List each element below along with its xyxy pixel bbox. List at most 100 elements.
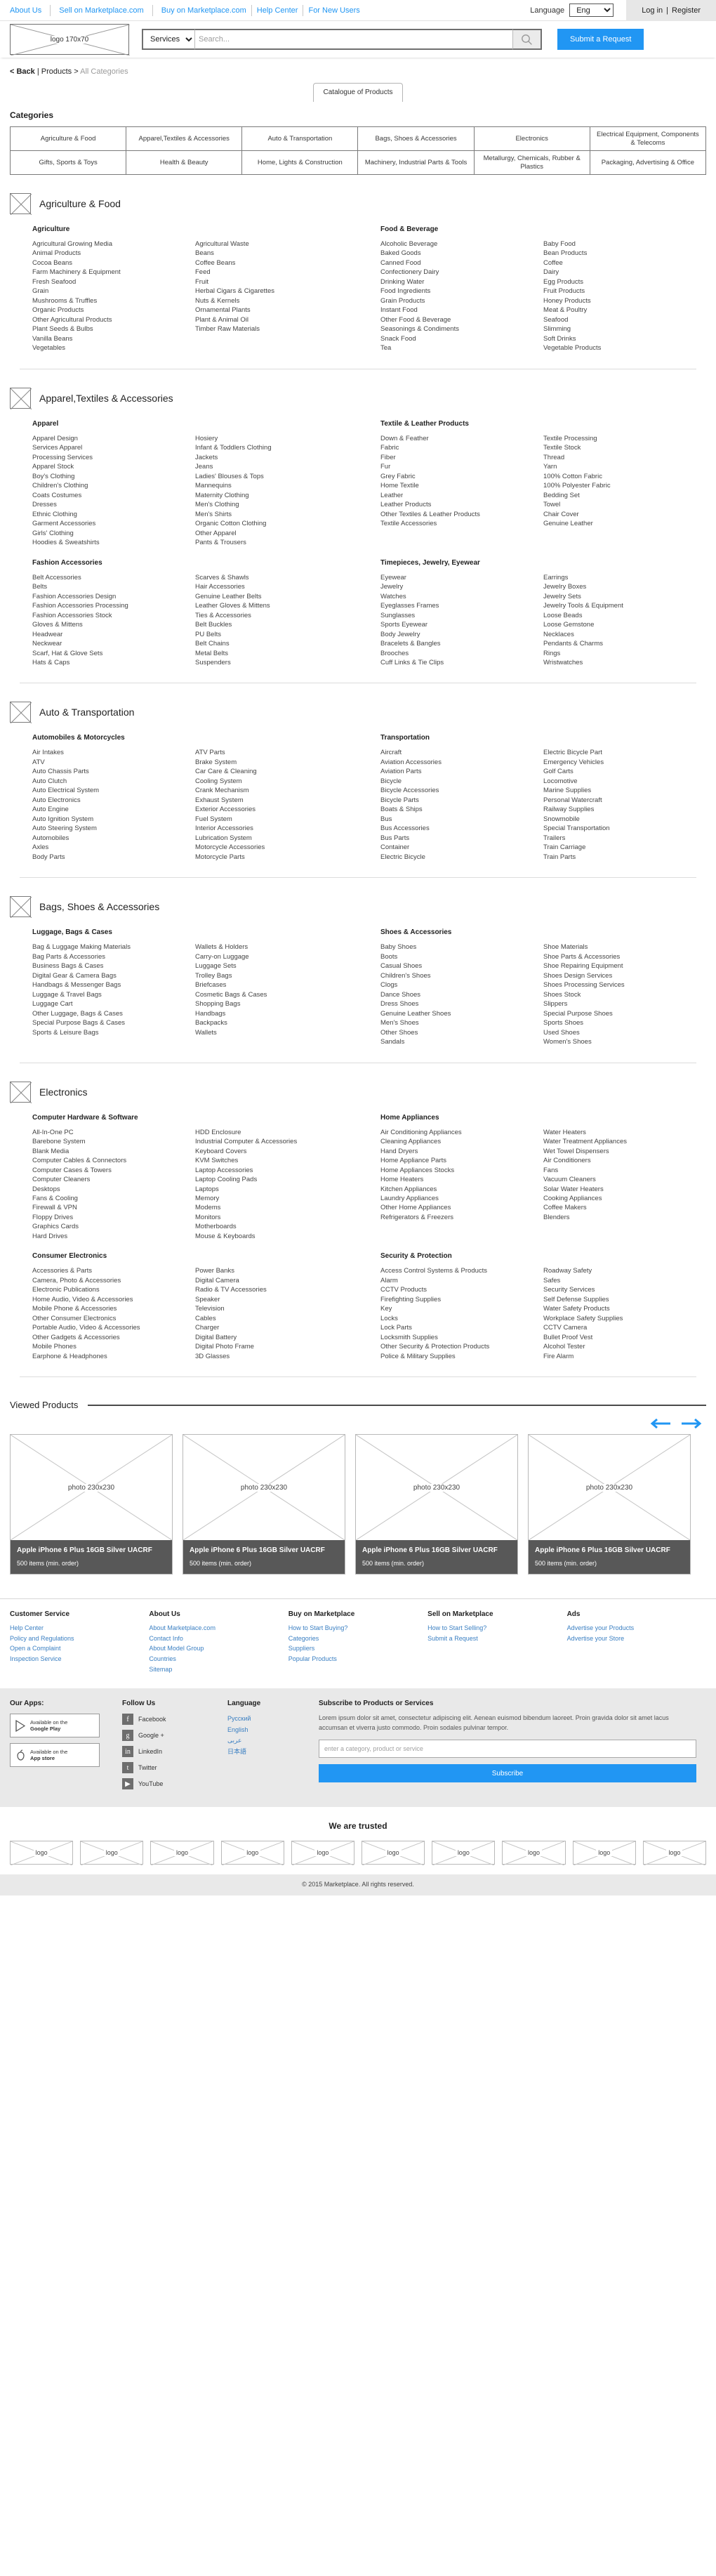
- category-cell-machinery-industrial-parts-tools[interactable]: Machinery, Industrial Parts & Tools: [357, 150, 475, 175]
- list-item[interactable]: Apparel Stock: [32, 462, 195, 471]
- list-item[interactable]: Grain: [32, 287, 195, 296]
- list-item[interactable]: Instant Food: [380, 305, 543, 315]
- list-item[interactable]: Emergency Vehicles: [543, 758, 706, 767]
- list-item[interactable]: Laptops: [195, 1185, 358, 1194]
- search-button[interactable]: [512, 29, 542, 50]
- list-item[interactable]: Scarf, Hat & Glove Sets: [32, 649, 195, 658]
- social-link-youtube[interactable]: ▶ YouTube: [122, 1778, 218, 1790]
- list-item[interactable]: Apparel Design: [32, 434, 195, 443]
- list-item[interactable]: Axles: [32, 843, 195, 852]
- category-cell-gifts-sports-toys[interactable]: Gifts, Sports & Toys: [9, 150, 127, 175]
- footer-link-inspection-service[interactable]: Inspection Service: [10, 1654, 149, 1664]
- subscribe-button[interactable]: Subscribe: [319, 1764, 696, 1783]
- list-item[interactable]: Shopping Bags: [195, 999, 358, 1008]
- list-item[interactable]: Plant Seeds & Bulbs: [32, 324, 195, 334]
- list-item[interactable]: Vanilla Beans: [32, 334, 195, 343]
- list-item[interactable]: Fashion Accessories Design: [32, 592, 195, 601]
- list-item[interactable]: Electric Bicycle Part: [543, 748, 706, 757]
- list-item[interactable]: Self Defense Supplies: [543, 1295, 706, 1304]
- list-item[interactable]: Scarves & Shawls: [195, 573, 358, 582]
- list-item[interactable]: Snack Food: [380, 334, 543, 343]
- list-item[interactable]: KVM Switches: [195, 1156, 358, 1165]
- list-item[interactable]: Sports Shoes: [543, 1018, 706, 1027]
- list-item[interactable]: Memory: [195, 1194, 358, 1203]
- list-item[interactable]: Fruit: [195, 277, 358, 287]
- list-item[interactable]: Leather: [380, 491, 543, 500]
- list-item[interactable]: Key: [380, 1304, 543, 1313]
- list-item[interactable]: Shoes Design Services: [543, 971, 706, 980]
- footer-link-contact-info[interactable]: Contact Info: [149, 1634, 288, 1644]
- list-item[interactable]: Neckwear: [32, 639, 195, 648]
- list-item[interactable]: Headwear: [32, 630, 195, 639]
- list-item[interactable]: Body Parts: [32, 853, 195, 862]
- topbar-link-help-center[interactable]: Help Center: [257, 6, 298, 15]
- list-item[interactable]: Children's Shoes: [380, 971, 543, 980]
- list-item[interactable]: Brooches: [380, 649, 543, 658]
- list-item[interactable]: Fabric: [380, 443, 543, 452]
- list-item[interactable]: Coats Costumes: [32, 491, 195, 500]
- list-item[interactable]: Casual Shoes: [380, 961, 543, 971]
- list-item[interactable]: All-In-One PC: [32, 1128, 195, 1137]
- language-select[interactable]: Eng Рус عربى 日本語: [569, 4, 614, 17]
- list-item[interactable]: Coffee: [543, 258, 706, 268]
- list-item[interactable]: Other Gadgets & Accessories: [32, 1333, 195, 1342]
- footer-link-how-to-start-buying[interactable]: How to Start Buying?: [289, 1623, 427, 1634]
- footer-link-suppliers[interactable]: Suppliers: [289, 1643, 427, 1654]
- footer-language-en[interactable]: English: [227, 1725, 309, 1735]
- list-item[interactable]: Motorcycle Parts: [195, 853, 358, 862]
- list-item[interactable]: Coffee Makers: [543, 1203, 706, 1212]
- list-item[interactable]: Train Carriage: [543, 843, 706, 852]
- list-item[interactable]: Auto Steering System: [32, 824, 195, 833]
- list-item[interactable]: 3D Glasses: [195, 1352, 358, 1361]
- arrow-right-icon[interactable]: [681, 1419, 702, 1429]
- list-item[interactable]: PU Belts: [195, 630, 358, 639]
- list-item[interactable]: Towel: [543, 500, 706, 509]
- list-item[interactable]: Water Treatment Appliances: [543, 1137, 706, 1146]
- list-item[interactable]: Automobiles: [32, 834, 195, 843]
- list-item[interactable]: Infant & Toddlers Clothing: [195, 443, 358, 452]
- list-item[interactable]: Genuine Leather Shoes: [380, 1009, 543, 1018]
- list-item[interactable]: Auto Chassis Parts: [32, 767, 195, 776]
- list-item[interactable]: Laundry Appliances: [380, 1194, 543, 1203]
- list-item[interactable]: Drinking Water: [380, 277, 543, 287]
- list-item[interactable]: 100% Cotton Fabric: [543, 472, 706, 481]
- list-item[interactable]: Special Purpose Shoes: [543, 1009, 706, 1018]
- list-item[interactable]: Jewelry Sets: [543, 592, 706, 601]
- list-item[interactable]: Auto Clutch: [32, 777, 195, 786]
- list-item[interactable]: Bicycle: [380, 777, 543, 786]
- list-item[interactable]: Other Luggage, Bags & Cases: [32, 1009, 195, 1018]
- list-item[interactable]: Accessories & Parts: [32, 1266, 195, 1275]
- footer-link-submit-a-request[interactable]: Submit a Request: [427, 1634, 566, 1644]
- list-item[interactable]: Aircraft: [380, 748, 543, 757]
- list-item[interactable]: Bus Accessories: [380, 824, 543, 833]
- list-item[interactable]: Boy's Clothing: [32, 472, 195, 481]
- list-item[interactable]: Luggage Cart: [32, 999, 195, 1008]
- list-item[interactable]: Soft Drinks: [543, 334, 706, 343]
- list-item[interactable]: Exterior Accessories: [195, 805, 358, 814]
- submit-request-button[interactable]: Submit a Request: [557, 29, 644, 50]
- list-item[interactable]: Services Apparel: [32, 443, 195, 452]
- list-item[interactable]: Body Jewelry: [380, 630, 543, 639]
- list-item[interactable]: Mannequins: [195, 481, 358, 490]
- list-item[interactable]: Portable Audio, Video & Accessories: [32, 1323, 195, 1332]
- list-item[interactable]: Marine Supplies: [543, 786, 706, 795]
- list-item[interactable]: Genuine Leather Belts: [195, 592, 358, 601]
- topbar-link-buy-on-marketplace[interactable]: Buy on Marketplace.com: [161, 6, 246, 15]
- list-item[interactable]: Kitchen Appliances: [380, 1185, 543, 1194]
- list-item[interactable]: Computer Cleaners: [32, 1175, 195, 1184]
- list-item[interactable]: Beans: [195, 249, 358, 258]
- list-item[interactable]: Police & Military Supplies: [380, 1352, 543, 1361]
- list-item[interactable]: Belt Buckles: [195, 620, 358, 629]
- footer-link-sitemap[interactable]: Sitemap: [149, 1664, 288, 1675]
- list-item[interactable]: Grain Products: [380, 296, 543, 305]
- list-item[interactable]: Textile Accessories: [380, 519, 543, 528]
- list-item[interactable]: Auto Engine: [32, 805, 195, 814]
- list-item[interactable]: Laptop Cooling Pads: [195, 1175, 358, 1184]
- list-item[interactable]: Brake System: [195, 758, 358, 767]
- list-item[interactable]: Auto Electronics: [32, 796, 195, 805]
- list-item[interactable]: Genuine Leather: [543, 519, 706, 528]
- list-item[interactable]: Fashion Accessories Stock: [32, 611, 195, 620]
- list-item[interactable]: Mobile Phones: [32, 1342, 195, 1351]
- list-item[interactable]: Dairy: [543, 268, 706, 277]
- list-item[interactable]: Shoe Materials: [543, 942, 706, 952]
